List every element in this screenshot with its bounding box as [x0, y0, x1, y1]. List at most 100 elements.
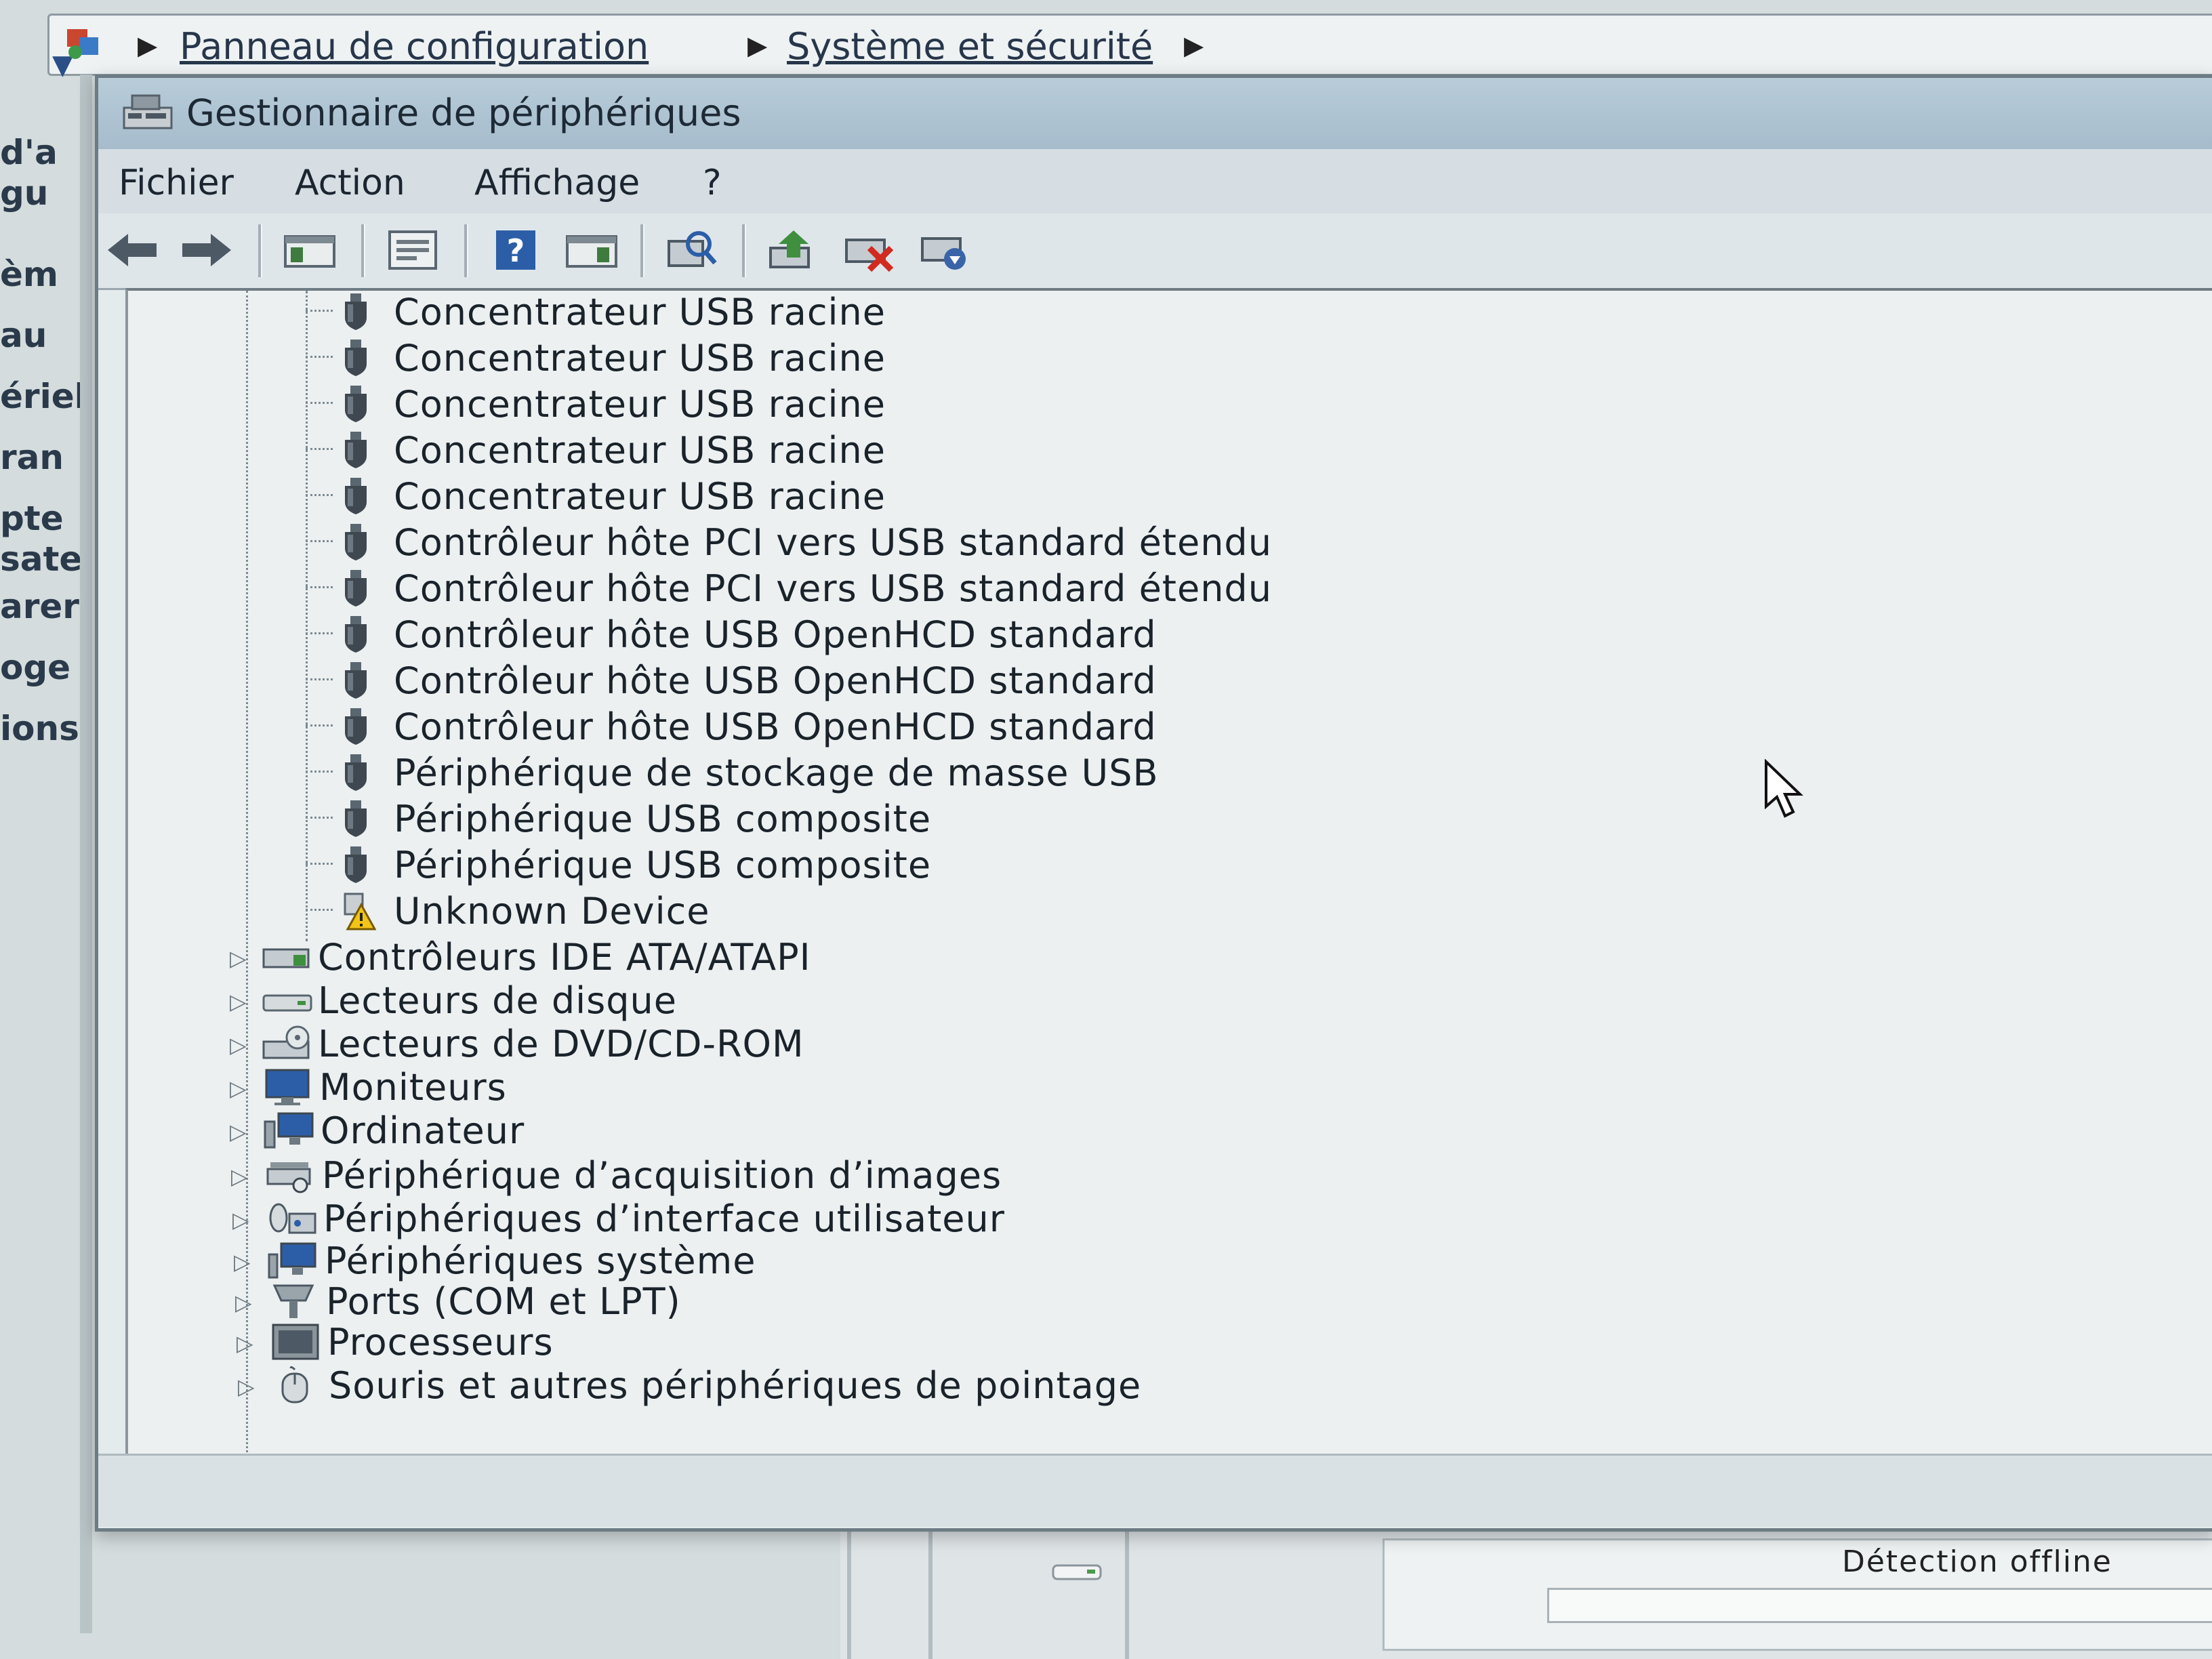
- category-label: Ports (COM et LPT): [326, 1280, 681, 1323]
- expand-arrow-icon[interactable]: ▷: [238, 1374, 255, 1399]
- tree-category[interactable]: ▷ Processeurs: [237, 1321, 1321, 1364]
- device-label: Contrôleur hôte USB OpenHCD standard: [394, 705, 1157, 748]
- category-label: Lecteurs de DVD/CD-ROM: [318, 1023, 804, 1065]
- properties-icon: [388, 230, 437, 270]
- warning-device-icon: [344, 893, 376, 930]
- tree-category[interactable]: ▷ Lecteurs de disque: [230, 979, 1314, 1022]
- tree-category[interactable]: ▷ Souris et autres périphériques de poin…: [238, 1364, 1458, 1407]
- menu-help[interactable]: ?: [703, 163, 722, 203]
- tree-category[interactable]: ▷ Périphériques système: [234, 1240, 1318, 1282]
- address-bar[interactable]: ▼ ▶ Panneau de configuration ▶ Système e…: [47, 14, 2212, 81]
- tree-item-usb-child[interactable]: Concentrateur USB racine: [306, 383, 1390, 426]
- tree-item-usb-child[interactable]: Concentrateur USB racine: [306, 475, 1390, 518]
- toolbar-separator: [640, 224, 644, 277]
- status-bar: [98, 1454, 2212, 1527]
- expand-arrow-icon[interactable]: ▷: [234, 1249, 251, 1275]
- usb-plug-icon: [345, 708, 367, 745]
- category-label: Ordinateur: [321, 1109, 525, 1152]
- tree-category[interactable]: ▷ Ordinateur: [230, 1109, 1314, 1152]
- tree-item-usb-child[interactable]: Contrôleur hôte PCI vers USB standard ét…: [306, 521, 1525, 564]
- menu-view[interactable]: Affichage: [474, 163, 640, 203]
- device-manager-window: Gestionnaire de périphériques Fichier Ac…: [95, 75, 2212, 1532]
- tree-item-usb-child[interactable]: Concentrateur USB racine: [306, 291, 1390, 333]
- usb-plug-icon: [345, 754, 367, 791]
- expand-arrow-icon[interactable]: ▷: [232, 1207, 249, 1233]
- category-label: Périphériques système: [325, 1240, 756, 1282]
- tree-item-usb-child[interactable]: Concentrateur USB racine: [306, 337, 1390, 380]
- toolbar-separator: [464, 224, 468, 277]
- usb-plug-icon: [345, 432, 367, 468]
- left-pane-text: pte: [0, 499, 64, 538]
- expand-arrow-icon[interactable]: ▷: [231, 1164, 248, 1189]
- left-pane-text: arer: [0, 587, 79, 626]
- tree-item-usb-child[interactable]: Périphérique USB composite: [306, 844, 1390, 886]
- menu-file[interactable]: Fichier: [119, 163, 234, 203]
- device-label: Concentrateur USB racine: [394, 429, 886, 472]
- tree-item-usb-child[interactable]: Périphérique USB composite: [306, 798, 1390, 840]
- device-tree[interactable]: Concentrateur USB racine Concentrateur U…: [125, 288, 2212, 1456]
- back-arrow-icon: [108, 234, 157, 266]
- category-label: Souris et autres périphériques de pointa…: [329, 1364, 1142, 1407]
- tree-category[interactable]: ▷ Périphérique d’acquisition d’images: [231, 1154, 1315, 1197]
- left-pane-border: [80, 75, 92, 1633]
- device-manager-icon: [123, 94, 173, 129]
- update-driver-button[interactable]: [766, 223, 821, 277]
- forward-button[interactable]: [180, 223, 234, 277]
- divider: [1125, 1532, 1129, 1659]
- tree-item-unknown-device[interactable]: Unknown Device: [306, 890, 1390, 933]
- expand-arrow-icon[interactable]: ▷: [230, 945, 247, 971]
- tree-category[interactable]: ▷ Moniteurs: [230, 1066, 1314, 1109]
- usb-plug-icon: [345, 386, 367, 422]
- category-label: Périphérique d’acquisition d’images: [322, 1154, 1002, 1197]
- scan-hardware-button[interactable]: [665, 223, 719, 277]
- uninstall-device-icon: [845, 239, 894, 272]
- tree-item-usb-child[interactable]: Périphérique de stockage de masse USB: [306, 752, 1525, 794]
- divider: [928, 1532, 933, 1659]
- uninstall-button[interactable]: [842, 223, 897, 277]
- expand-arrow-icon[interactable]: ▷: [230, 989, 247, 1015]
- show-hide-tree-button[interactable]: [283, 223, 337, 277]
- expand-arrow-icon[interactable]: ▷: [230, 1076, 247, 1101]
- show-hide-console-tree-icon: [284, 235, 335, 268]
- expand-arrow-icon[interactable]: ▷: [230, 1032, 247, 1058]
- menu-action[interactable]: Action: [295, 163, 405, 203]
- left-pane-text: oge: [0, 648, 71, 687]
- tree-item-usb-child[interactable]: Contrôleur hôte PCI vers USB standard ét…: [306, 567, 1525, 610]
- usb-plug-icon: [345, 293, 367, 330]
- usb-plug-icon: [345, 570, 367, 607]
- tree-category[interactable]: ▷ Contrôleurs IDE ATA/ATAPI: [230, 936, 1314, 979]
- imaging-device-icon: [266, 1162, 311, 1193]
- category-label: Périphériques d’interface utilisateur: [323, 1197, 1005, 1240]
- breadcrumb-separator-icon: ▶: [1184, 30, 1204, 60]
- left-pane-text: gu: [0, 173, 49, 213]
- left-pane-text: èm: [0, 255, 59, 294]
- show-hide-action-pane-button[interactable]: [565, 223, 619, 277]
- back-button[interactable]: [105, 223, 159, 277]
- expand-arrow-icon[interactable]: ▷: [237, 1330, 253, 1356]
- tree-item-usb-child[interactable]: Concentrateur USB racine: [306, 429, 1390, 472]
- tree-category[interactable]: ▷ Périphériques d’interface utilisateur: [232, 1197, 1317, 1240]
- device-label: Unknown Device: [394, 890, 710, 933]
- properties-button[interactable]: [386, 223, 440, 277]
- tree-item-usb-child[interactable]: Contrôleur hôte USB OpenHCD standard: [306, 659, 1525, 702]
- breadcrumb-system-security[interactable]: Système et sécurité: [787, 25, 1153, 68]
- breadcrumb-separator-icon: ▶: [747, 30, 768, 60]
- tree-category[interactable]: ▷ Lecteurs de DVD/CD-ROM: [230, 1023, 1314, 1065]
- ports-icon: [272, 1284, 314, 1318]
- left-pane-text: ions: [0, 709, 79, 748]
- device-label: Concentrateur USB racine: [394, 291, 886, 333]
- toolbar-separator: [361, 224, 365, 277]
- expand-arrow-icon[interactable]: ▷: [235, 1290, 252, 1315]
- help-button[interactable]: ?: [489, 223, 543, 277]
- category-label: Contrôleurs IDE ATA/ATAPI: [318, 936, 811, 979]
- disable-button[interactable]: [918, 223, 972, 277]
- tree-item-usb-child[interactable]: Contrôleur hôte USB OpenHCD standard: [306, 705, 1525, 748]
- usb-plug-icon: [345, 340, 367, 376]
- breadcrumb-control-panel[interactable]: Panneau de configuration: [180, 25, 649, 68]
- tree-item-usb-child[interactable]: Contrôleur hôte USB OpenHCD standard: [306, 613, 1525, 656]
- tree-category[interactable]: ▷ Ports (COM et LPT): [235, 1280, 1319, 1323]
- expand-arrow-icon[interactable]: ▷: [230, 1119, 247, 1145]
- category-label: Processeurs: [327, 1321, 554, 1364]
- title-bar[interactable]: Gestionnaire de périphériques: [98, 78, 2212, 149]
- svg-text:?: ?: [507, 232, 525, 269]
